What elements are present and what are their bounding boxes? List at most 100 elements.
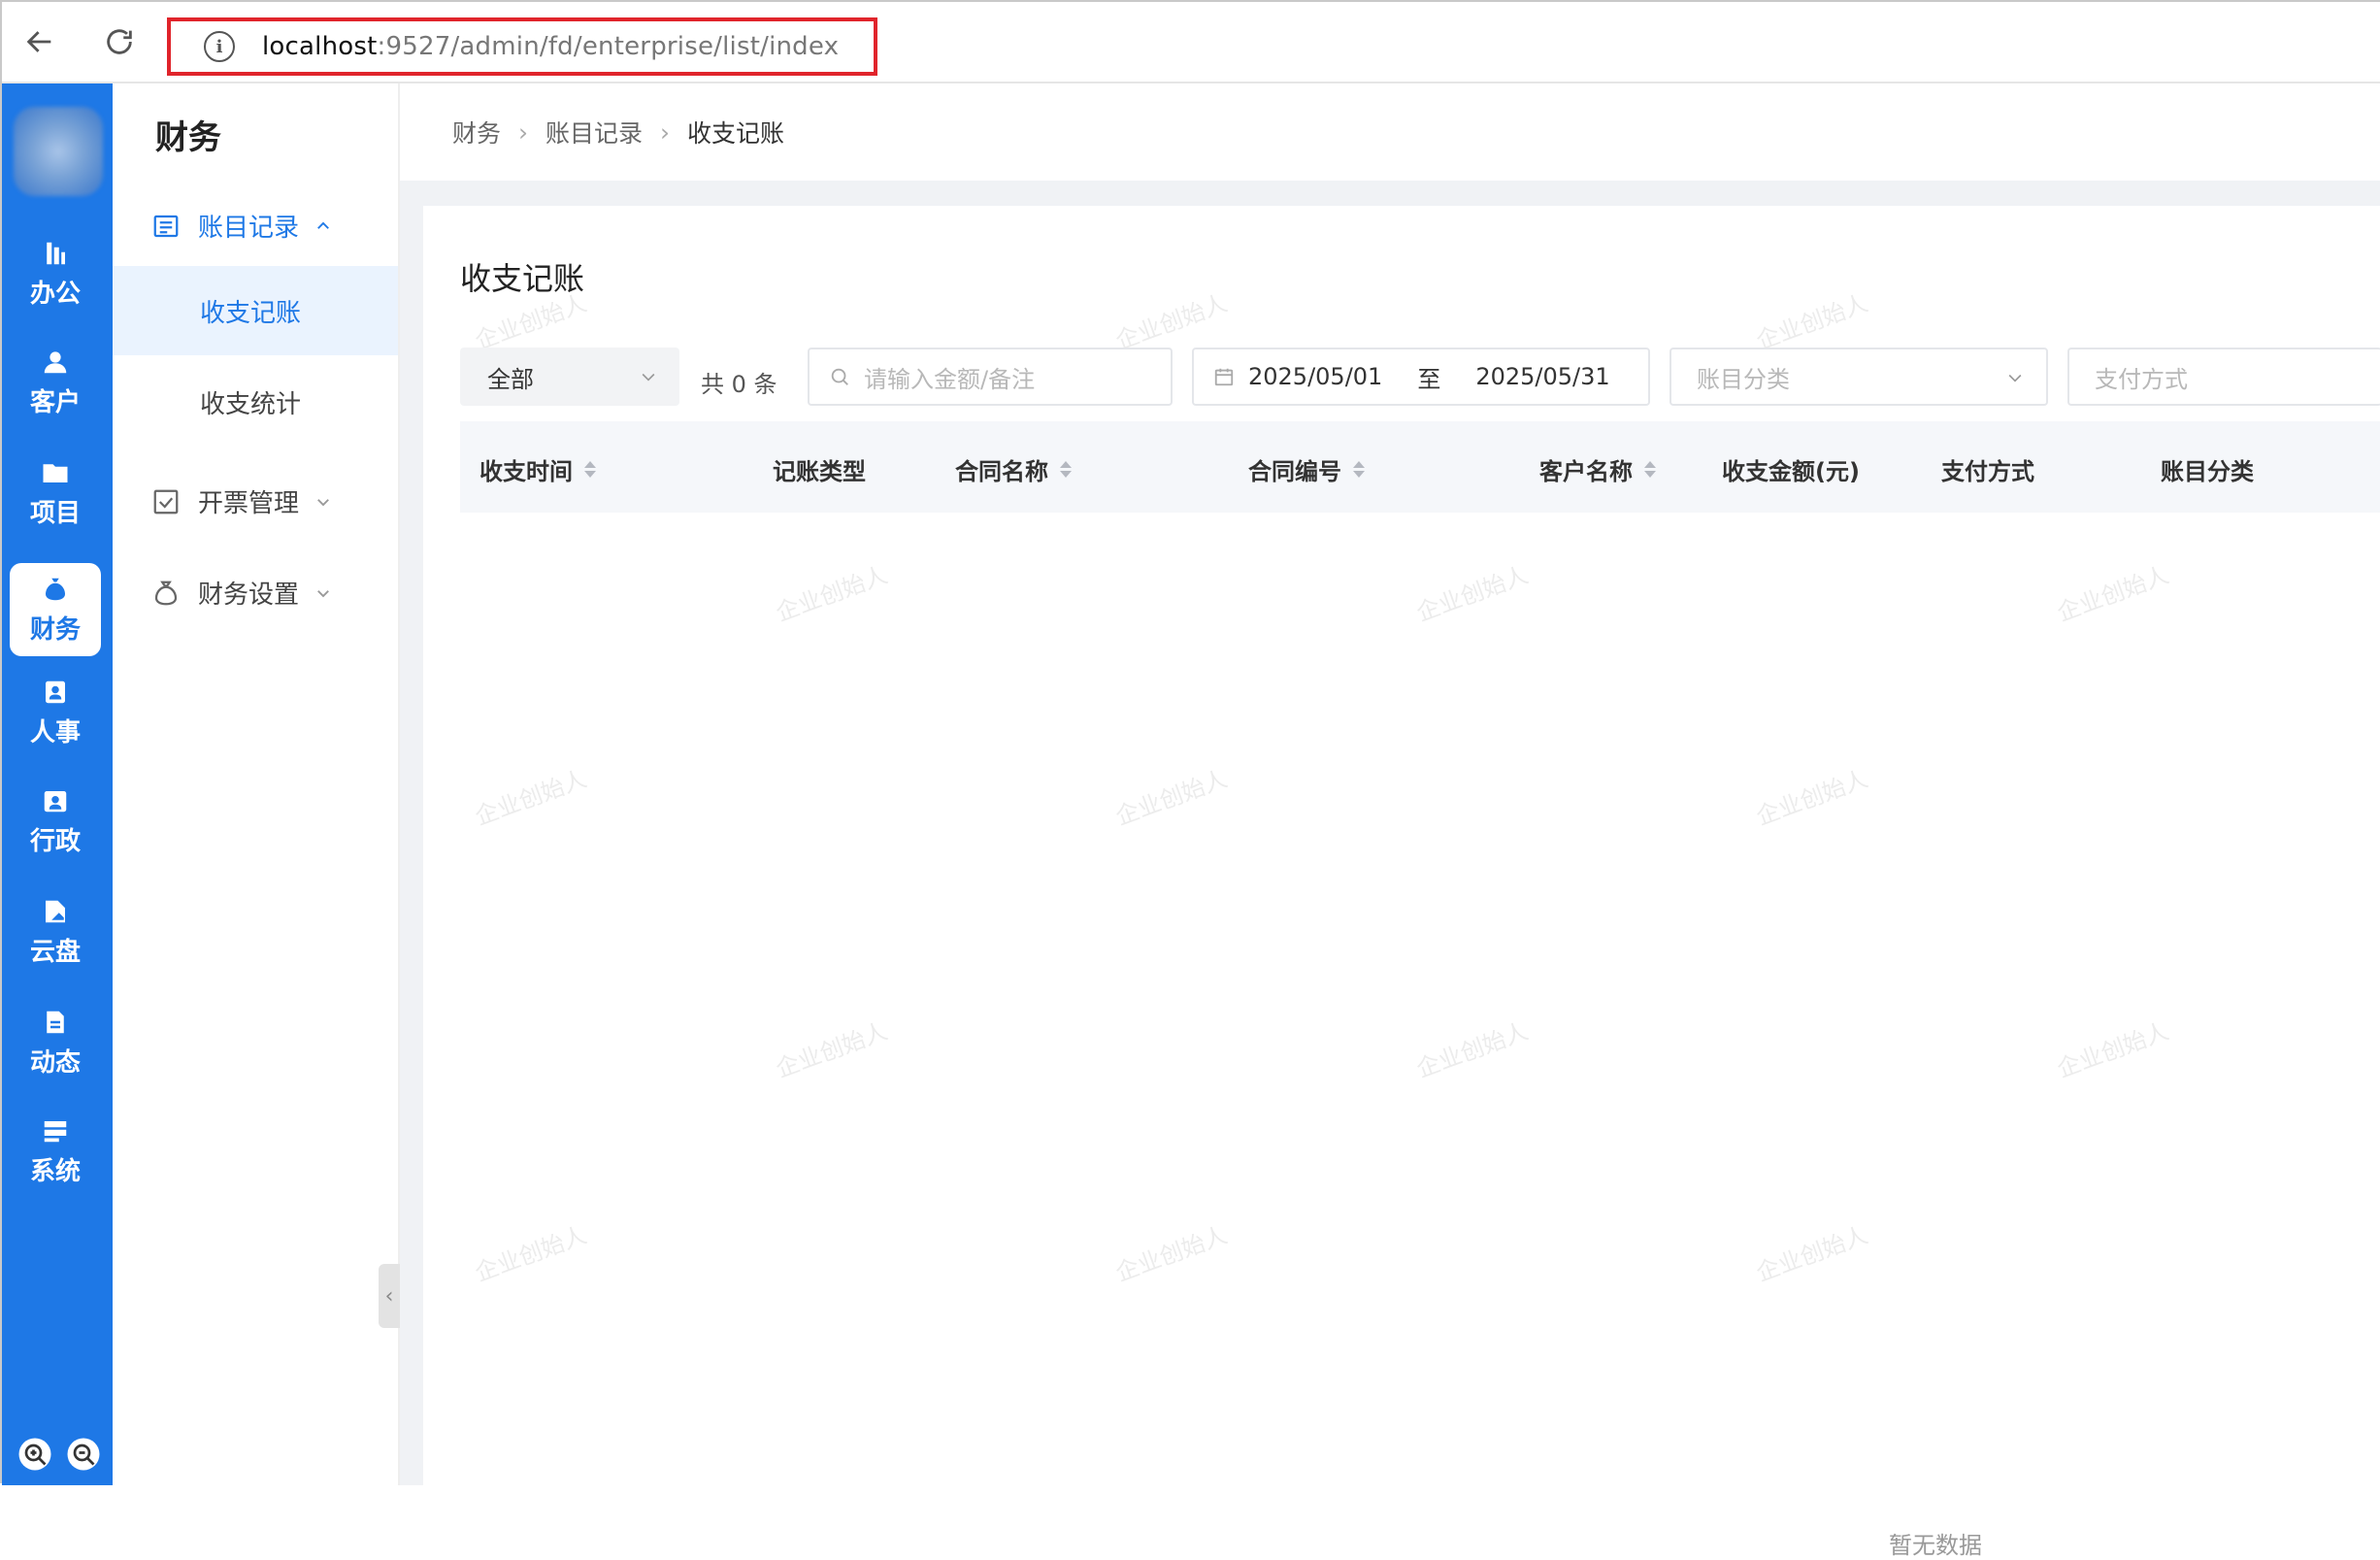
date-range-picker[interactable]: 2025/05/01 至 2025/05/31 xyxy=(1192,348,1650,406)
rail-label: 人事 xyxy=(29,717,81,747)
chevron-down-icon xyxy=(317,589,329,597)
payment-placeholder: 支付方式 xyxy=(2095,365,2188,393)
search-icon xyxy=(831,368,848,385)
column-header-contract-number[interactable]: 合同编号 xyxy=(1248,452,1365,486)
back-arrow-icon xyxy=(26,31,51,52)
record-count: 共 0 条 xyxy=(701,371,777,398)
watermark: 企业创始人 xyxy=(2053,561,2173,627)
rail-label: 办公 xyxy=(29,279,81,309)
menu-group-label: 账目记录 xyxy=(198,214,300,243)
rail-label: 项目 xyxy=(29,498,81,528)
menu-group-label: 开票管理 xyxy=(198,489,300,518)
breadcrumb-current: 收支记账 xyxy=(687,119,785,148)
rail-label: 系统 xyxy=(29,1156,81,1186)
menu-item-income-stats[interactable]: 收支统计 xyxy=(113,357,398,447)
watermark: 企业创始人 xyxy=(1752,765,1872,831)
column-header-time[interactable]: 收支时间 xyxy=(479,452,596,486)
rail-label: 财务 xyxy=(29,614,81,645)
zoom-out-button[interactable] xyxy=(64,1435,103,1474)
back-button[interactable] xyxy=(19,21,60,62)
sort-icon[interactable] xyxy=(1060,461,1072,478)
content-card: 收支记账 企业创始人 企业创始人 企业创始人 企业创始人 企业创始人 企业创始人… xyxy=(423,206,2380,1559)
breadcrumb-item[interactable]: 账目记录 xyxy=(545,115,643,149)
address-bar[interactable]: i localhost:9527/admin/fd/enterprise/lis… xyxy=(167,17,877,76)
sort-icon[interactable] xyxy=(1644,461,1656,478)
hr-icon xyxy=(46,680,65,703)
rail-item-finance[interactable]: 财务 xyxy=(10,563,101,656)
watermark: 企业创始人 xyxy=(1752,289,1872,355)
rail-item-project[interactable]: 项目 xyxy=(10,447,101,540)
rail-item-hr[interactable]: 人事 xyxy=(10,666,101,759)
rail-item-office[interactable]: 办公 xyxy=(10,227,101,320)
menu-item-label: 收支统计 xyxy=(200,389,302,419)
column-label: 合同名称 xyxy=(955,458,1048,485)
rail-label: 客户 xyxy=(29,387,81,417)
rail-label: 行政 xyxy=(29,826,81,856)
rail-item-cloud-disk[interactable]: 云盘 xyxy=(10,885,101,979)
rail-item-system[interactable]: 系统 xyxy=(10,1105,101,1198)
watermark: 企业创始人 xyxy=(471,1221,591,1287)
url-text: localhost:9527/admin/fd/enterprise/list/… xyxy=(262,32,839,61)
watermark: 企业创始人 xyxy=(1111,1221,1232,1287)
app-rail: 办公 客户 项目 财务 人事 行政 云盘 动态 系统 xyxy=(2,83,113,1485)
rail-item-admin[interactable]: 行政 xyxy=(10,775,101,868)
rail-item-activity[interactable]: 动态 xyxy=(10,996,101,1089)
column-label: 收支金额(元) xyxy=(1722,458,1860,485)
breadcrumb-separator-icon: › xyxy=(518,117,529,147)
site-info-icon[interactable]: i xyxy=(204,31,235,62)
watermark: 企业创始人 xyxy=(1111,765,1232,831)
watermark: 企业创始人 xyxy=(1412,1017,1533,1083)
chevron-left-icon: ‹ xyxy=(384,1283,394,1309)
table-header: 收支时间 记账类型 合同名称 合同编号 客户名称 收支金额(元) 支付方式 账目… xyxy=(460,421,2380,513)
breadcrumb: 财务 › 账目记录 › 收支记账 xyxy=(400,83,2380,181)
ledger-icon xyxy=(153,215,179,237)
activity-icon xyxy=(47,1011,64,1033)
column-label: 收支时间 xyxy=(479,458,573,485)
zoom-in-button[interactable] xyxy=(16,1435,54,1474)
zoom-out-icon xyxy=(67,1438,100,1471)
url-path: :9527/admin/fd/enterprise/list/index xyxy=(377,32,840,61)
date-end[interactable]: 2025/05/31 xyxy=(1475,363,1609,390)
rail-item-customer[interactable]: 客户 xyxy=(10,336,101,429)
payment-method-select[interactable]: 支付方式 xyxy=(2067,348,2380,406)
system-icon xyxy=(44,1120,67,1142)
date-separator: 至 xyxy=(1417,365,1441,393)
sidebar-collapse-button[interactable]: ‹ xyxy=(379,1264,400,1328)
browser-toolbar: i localhost:9527/admin/fd/enterprise/lis… xyxy=(2,2,2380,83)
breadcrumb-item[interactable]: 财务 xyxy=(452,115,501,149)
sort-icon[interactable] xyxy=(1353,461,1365,478)
column-label: 合同编号 xyxy=(1248,458,1341,485)
calendar-icon xyxy=(1214,368,1234,386)
date-start[interactable]: 2025/05/01 xyxy=(1248,363,1382,390)
company-logo[interactable] xyxy=(14,107,103,196)
watermark: 企业创始人 xyxy=(772,561,892,627)
column-header-payment-method: 支付方式 xyxy=(1941,452,2034,486)
admin-icon xyxy=(44,790,67,812)
app-window: i localhost:9527/admin/fd/enterprise/lis… xyxy=(0,0,2380,1559)
checkbox-doc-icon xyxy=(153,489,179,514)
column-header-customer-name[interactable]: 客户名称 xyxy=(1539,452,1656,486)
menu-group-invoice[interactable]: 开票管理 xyxy=(151,483,332,519)
category-select[interactable]: 账目分类 xyxy=(1669,348,2048,406)
column-header-contract-name[interactable]: 合同名称 xyxy=(955,452,1072,486)
type-filter-select[interactable]: 全部 xyxy=(460,348,679,406)
type-filter-value: 全部 xyxy=(487,365,534,393)
menu-group-finance-settings[interactable]: 财务设置 xyxy=(151,575,332,611)
search-input[interactable]: 请输入金额/备注 xyxy=(808,348,1173,406)
menu-group-ledger[interactable]: 账目记录 xyxy=(151,208,332,244)
column-label: 记账类型 xyxy=(773,458,866,485)
reload-icon xyxy=(107,29,132,54)
money-bag-icon xyxy=(154,581,178,605)
empty-state-text: 暂无数据 xyxy=(1889,1532,1982,1559)
sidebar-title: 财务 xyxy=(155,118,221,157)
menu-item-income-expense[interactable]: 收支记账 xyxy=(113,266,398,355)
watermark: 企业创始人 xyxy=(1752,1221,1872,1287)
column-header-type: 记账类型 xyxy=(773,452,866,486)
sort-icon[interactable] xyxy=(584,461,596,478)
customer-icon xyxy=(44,350,67,373)
menu-item-label: 收支记账 xyxy=(200,298,302,328)
menu-group-label: 财务设置 xyxy=(198,581,300,610)
finance-sidebar: 财务 账目记录 收支记账 收支统计 开票管理 财务设置 xyxy=(113,83,400,1485)
reload-button[interactable] xyxy=(99,21,140,62)
url-host: localhost xyxy=(262,32,378,61)
